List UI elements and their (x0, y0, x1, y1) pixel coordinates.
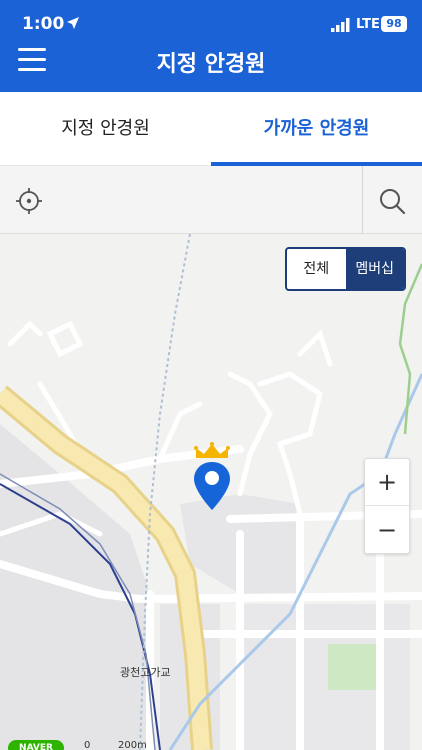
search-input[interactable] (58, 176, 358, 224)
map-view[interactable]: 전체 멤버십 + − 광천고가교 NAVER 0 200m (0, 234, 422, 750)
status-time: 1:00 (22, 14, 65, 34)
app-header: 1:00 LTE 98 지정 안경원 (0, 0, 422, 92)
signal-icon (331, 18, 350, 32)
location-arrow-icon (67, 17, 79, 29)
network-type: LTE (356, 17, 380, 32)
search-bar (0, 166, 422, 234)
page-title: 지정 안경원 (156, 52, 266, 77)
current-location-icon[interactable] (12, 184, 46, 218)
tab-bar: 지정 안경원 가까운 안경원 (0, 92, 422, 166)
scale-end-label: 200m (118, 740, 147, 750)
store-filter-toggle: 전체 멤버십 (285, 247, 406, 291)
search-icon[interactable] (372, 182, 412, 220)
tab-designated-stores[interactable]: 지정 안경원 (0, 92, 211, 166)
battery-indicator: 98 (381, 16, 407, 32)
crown-icon (194, 442, 230, 458)
filter-all-button[interactable]: 전체 (287, 249, 346, 289)
zoom-out-button[interactable]: − (365, 507, 409, 554)
zoom-controls: + − (364, 458, 410, 554)
zoom-in-button[interactable]: + (365, 459, 409, 506)
tab-nearby-stores[interactable]: 가까운 안경원 (211, 92, 422, 166)
status-bar: 1:00 LTE 98 (0, 0, 422, 44)
filter-membership-button[interactable]: 멤버십 (345, 249, 404, 289)
search-divider (362, 166, 363, 234)
map-place-label: 광천고가교 (120, 666, 171, 679)
scale-start-label: 0 (84, 740, 91, 750)
store-location-marker[interactable] (190, 438, 234, 512)
naver-logo: NAVER (8, 740, 64, 750)
